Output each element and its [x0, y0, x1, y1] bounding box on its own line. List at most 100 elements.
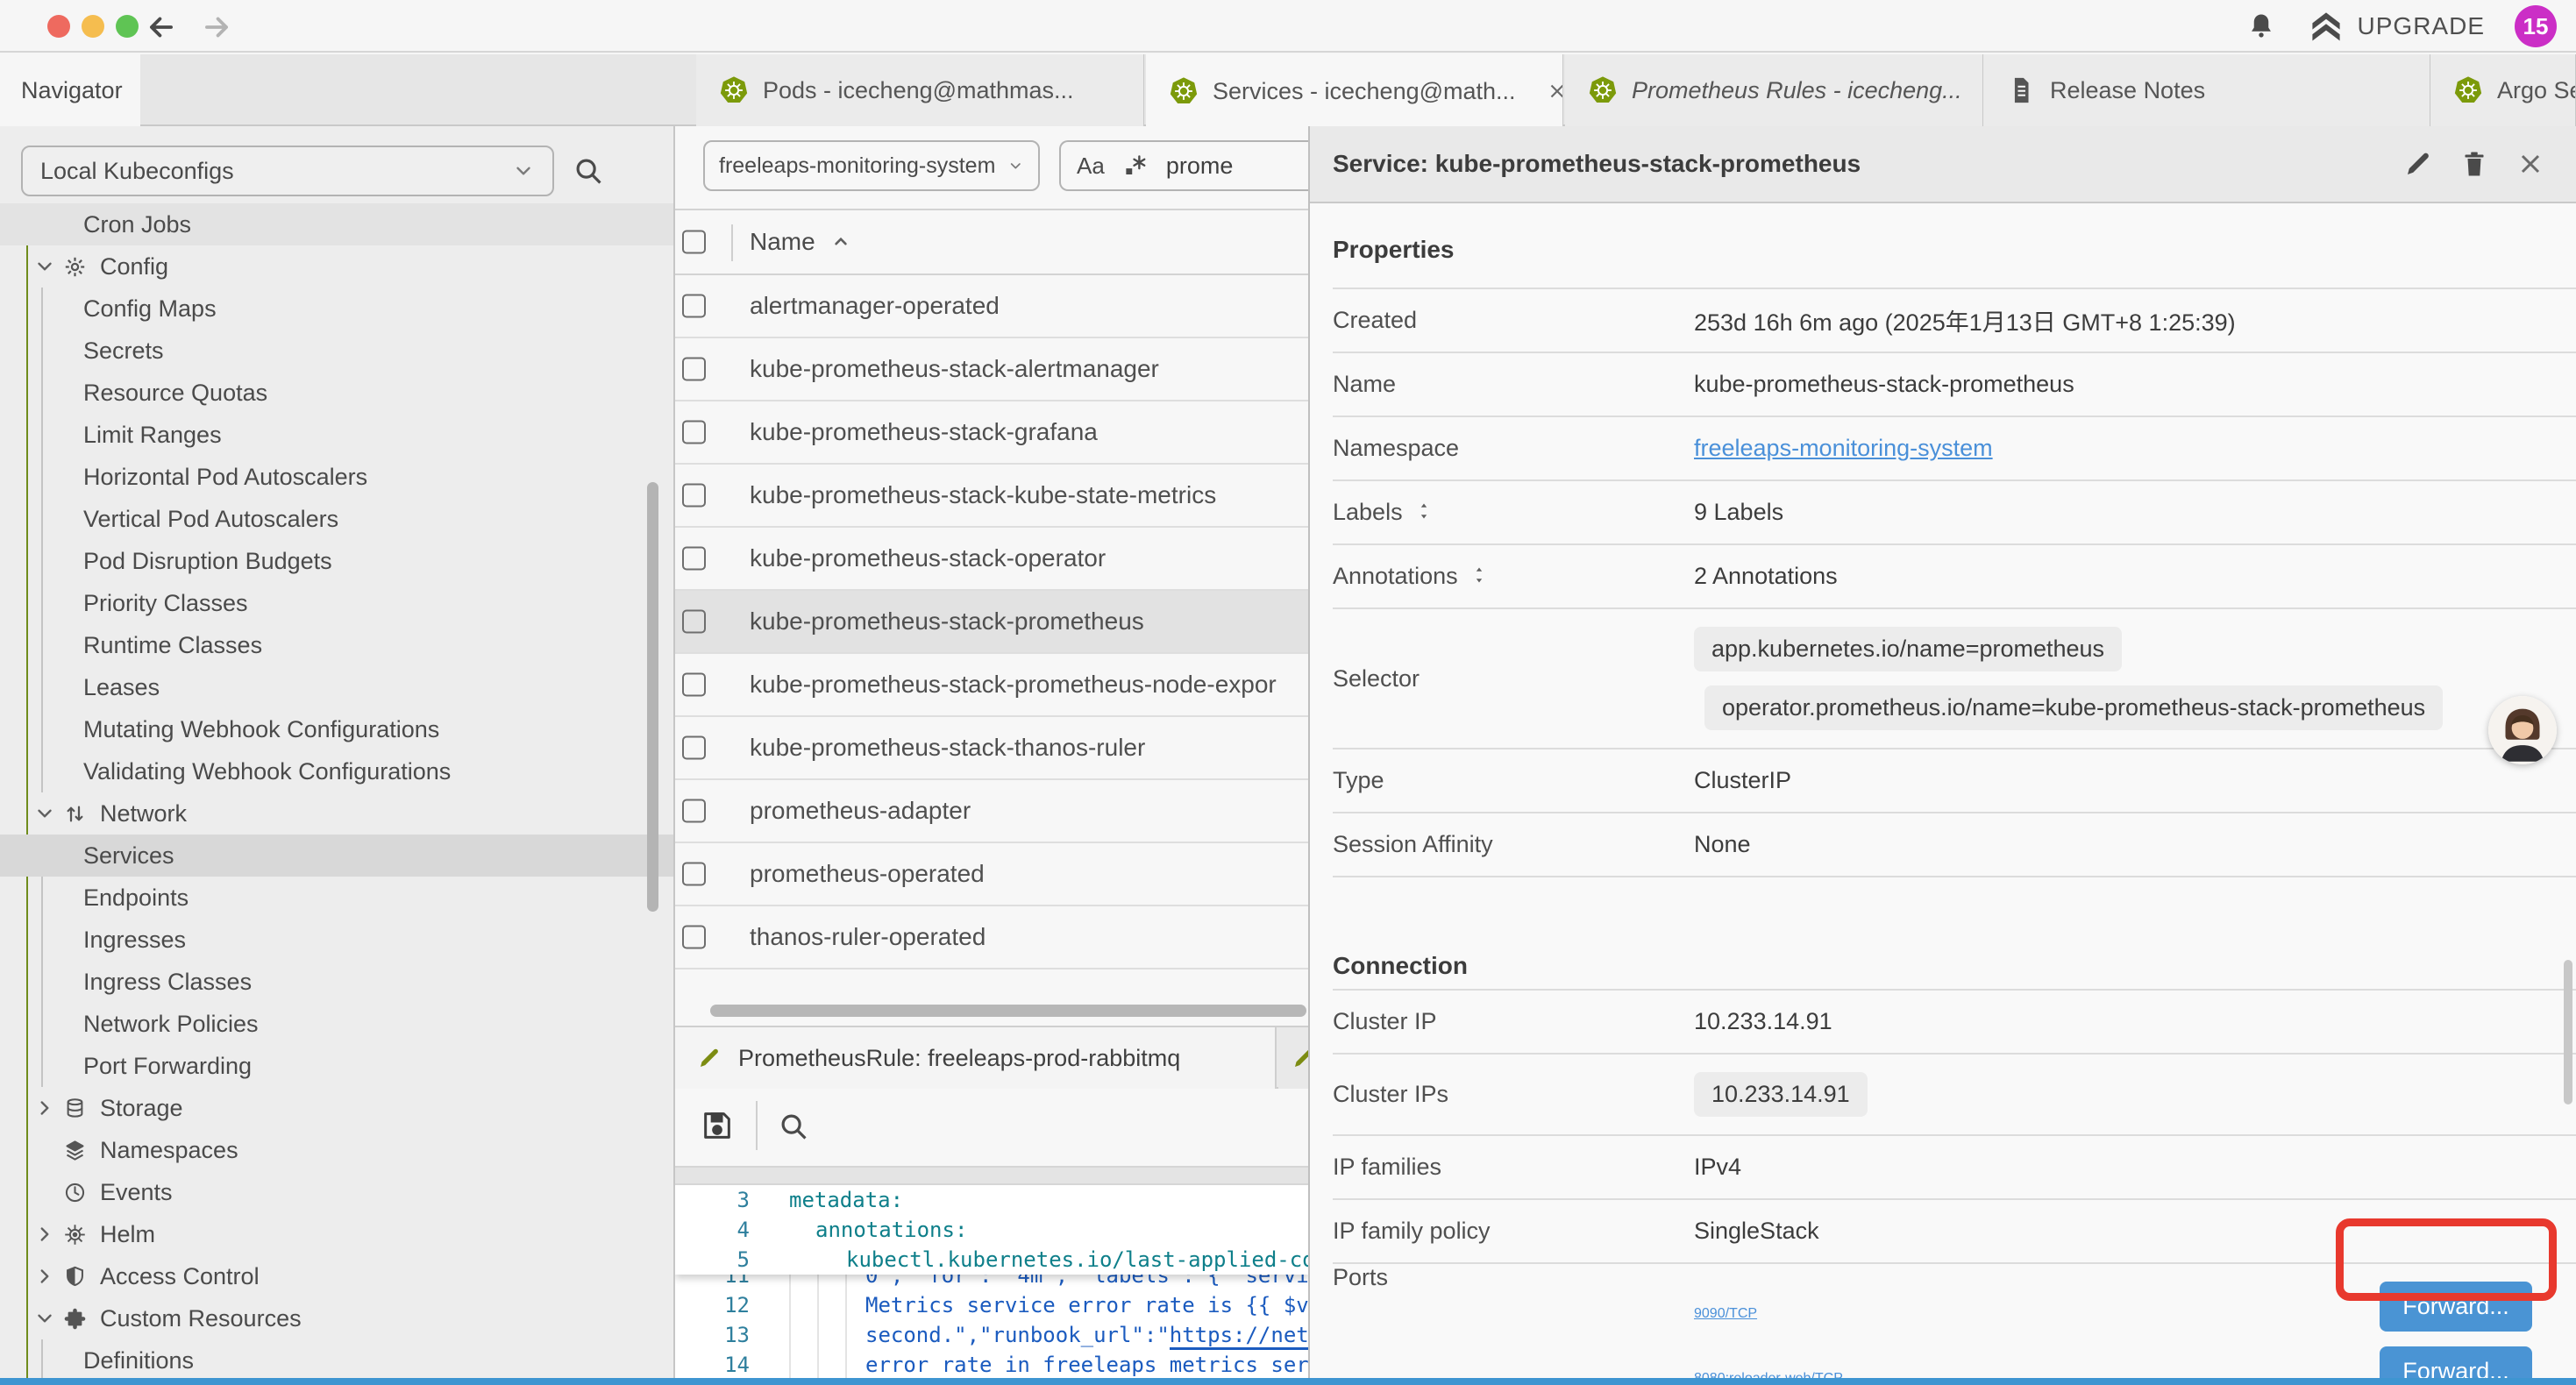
port-link[interactable]: 9090/TCP — [1694, 1306, 1757, 1322]
sidebar-item-ingresses[interactable]: Ingresses — [0, 919, 673, 961]
match-case-toggle[interactable]: Aa — [1077, 153, 1105, 180]
sort-icon[interactable] — [1413, 501, 1434, 525]
table-row[interactable]: kube-prometheus-stack-thanos-ruler — [675, 717, 1308, 780]
table-row[interactable]: kube-prometheus-stack-alertmanager — [675, 338, 1308, 401]
sidebar-item-validating-webhook-configurations[interactable]: Validating Webhook Configurations — [0, 750, 673, 792]
sidebar-item-pod-disruption-budgets[interactable]: Pod Disruption Budgets — [0, 540, 673, 582]
sidebar-item-custom-resources[interactable]: Custom Resources — [0, 1297, 673, 1339]
regex-toggle-icon[interactable] — [1122, 153, 1149, 179]
table-row[interactable]: kube-prometheus-stack-prometheus — [675, 591, 1308, 654]
chevron-down-icon[interactable] — [33, 255, 56, 278]
close-icon[interactable] — [1546, 80, 1563, 103]
sidebar-item-vertical-pod-autoscalers[interactable]: Vertical Pod Autoscalers — [0, 498, 673, 540]
forward-arrow-icon[interactable] — [200, 11, 233, 44]
avatar[interactable] — [2488, 696, 2557, 764]
sidebar-item-leases[interactable]: Leases — [0, 666, 673, 708]
table-row[interactable]: thanos-ruler-operated — [675, 906, 1308, 970]
horizontal-scrollbar[interactable] — [710, 1005, 1306, 1017]
table-row[interactable]: kube-prometheus-stack-operator — [675, 528, 1308, 591]
bell-icon[interactable] — [2245, 11, 2277, 42]
service-name: alertmanager-operated — [750, 292, 1000, 320]
save-icon[interactable] — [700, 1108, 735, 1143]
row-checkbox[interactable] — [682, 547, 706, 571]
sidebar-item-network-policies[interactable]: Network Policies — [0, 1003, 673, 1045]
row-checkbox[interactable] — [682, 863, 706, 886]
sidebar-item-resource-quotas[interactable]: Resource Quotas — [0, 372, 673, 414]
window-zoom-light[interactable] — [116, 15, 139, 38]
upgrade-button[interactable]: UPGRADE — [2307, 7, 2485, 46]
table-row[interactable]: kube-prometheus-stack-kube-state-metrics — [675, 465, 1308, 528]
sidebar-item-config[interactable]: Config — [0, 245, 673, 288]
tab-pods-icecheng-mathmas[interactable]: Pods - icecheng@mathmas... — [696, 54, 1144, 126]
table-row[interactable]: kube-prometheus-stack-grafana — [675, 401, 1308, 465]
row-checkbox[interactable] — [682, 358, 706, 381]
column-header-name[interactable]: Name — [750, 228, 852, 256]
sidebar-item-events[interactable]: Events — [0, 1171, 673, 1213]
sidebar-item-mutating-webhook-configurations[interactable]: Mutating Webhook Configurations — [0, 708, 673, 750]
window-minimize-light[interactable] — [82, 15, 104, 38]
property-row-name: Namekube-prometheus-stack-prometheus — [1333, 353, 2576, 417]
sidebar-item-network[interactable]: Network — [0, 792, 673, 835]
sidebar-scrollbar[interactable] — [647, 482, 658, 912]
editor-search-icon[interactable] — [777, 1110, 810, 1143]
sort-icon[interactable] — [1469, 565, 1490, 589]
sidebar-item-namespaces[interactable]: Namespaces — [0, 1129, 673, 1171]
tab-navigator[interactable]: Navigator — [0, 54, 140, 126]
row-checkbox[interactable] — [682, 610, 706, 634]
sidebar-item-secrets[interactable]: Secrets — [0, 330, 673, 372]
tab-argo-se[interactable]: Argo Se — [2430, 54, 2576, 126]
sidebar-item-endpoints[interactable]: Endpoints — [0, 877, 673, 919]
sidebar-item-priority-classes[interactable]: Priority Classes — [0, 582, 673, 624]
chevron-right-icon[interactable] — [33, 1223, 56, 1246]
kubeconfig-selector[interactable]: Local Kubeconfigs — [21, 146, 554, 196]
sidebar-item-horizontal-pod-autoscalers[interactable]: Horizontal Pod Autoscalers — [0, 456, 673, 498]
window-close-light[interactable] — [47, 15, 70, 38]
close-icon[interactable] — [2515, 148, 2546, 180]
chevron-right-icon[interactable] — [33, 1265, 56, 1288]
sidebar-item-storage[interactable]: Storage — [0, 1087, 673, 1129]
sidebar-item-access-control[interactable]: Access Control — [0, 1255, 673, 1297]
line-number: 3 — [675, 1185, 750, 1215]
sidebar-item-config-maps[interactable]: Config Maps — [0, 288, 673, 330]
sidebar-search-icon[interactable] — [572, 154, 605, 188]
delete-trash-icon[interactable] — [2459, 148, 2490, 180]
row-checkbox[interactable] — [682, 926, 706, 949]
chevron-down-icon[interactable] — [33, 1307, 56, 1330]
code-text: Metrics service error rate is {{ $va — [865, 1290, 1308, 1320]
chevron-right-icon[interactable] — [33, 1097, 56, 1119]
tab-prometheus-rules-icecheng[interactable]: Prometheus Rules - icecheng... — [1565, 54, 1983, 126]
sidebar-item-helm[interactable]: Helm — [0, 1213, 673, 1255]
sidebar-item-ingress-classes[interactable]: Ingress Classes — [0, 961, 673, 1003]
tab-services-icecheng-math[interactable]: Services - icecheng@math... — [1146, 54, 1563, 128]
table-row[interactable]: kube-prometheus-stack-prometheus-node-ex… — [675, 654, 1308, 717]
row-checkbox[interactable] — [682, 799, 706, 823]
row-checkbox[interactable] — [682, 484, 706, 508]
sidebar-item-port-forwarding[interactable]: Port Forwarding — [0, 1045, 673, 1087]
property-label-text: Cluster IPs — [1333, 1081, 1448, 1108]
table-row[interactable]: prometheus-operated — [675, 843, 1308, 906]
tab-release-notes[interactable]: Release Notes — [1983, 54, 2430, 126]
select-all-checkbox[interactable] — [682, 231, 706, 254]
sidebar-item-runtime-classes[interactable]: Runtime Classes — [0, 624, 673, 666]
notification-badge[interactable]: 15 — [2515, 5, 2557, 47]
row-checkbox[interactable] — [682, 295, 706, 318]
editor-tab-partial[interactable] — [1278, 1027, 1308, 1089]
sidebar-item-services[interactable]: Services — [0, 835, 673, 877]
chevron-down-icon[interactable] — [33, 802, 56, 825]
row-checkbox[interactable] — [682, 736, 706, 760]
row-checkbox[interactable] — [682, 421, 706, 444]
table-row[interactable]: prometheus-adapter — [675, 780, 1308, 843]
yaml-editor[interactable]: 3metadata:4annotations:5kubectl.kubernet… — [675, 1185, 1308, 1385]
sidebar-item-limit-ranges[interactable]: Limit Ranges — [0, 414, 673, 456]
sidebar-item-definitions[interactable]: Definitions — [0, 1339, 673, 1381]
namespace-link[interactable]: freeleaps-monitoring-system — [1694, 435, 1993, 462]
row-checkbox[interactable] — [682, 673, 706, 697]
editor-tab-prometheusrule[interactable]: PrometheusRule: freeleaps-prod-rabbitmq — [675, 1027, 1277, 1089]
panel-scrollbar[interactable] — [2564, 960, 2572, 1104]
namespace-filter-select[interactable]: freeleaps-monitoring-system — [703, 140, 1040, 191]
table-row[interactable]: alertmanager-operated — [675, 275, 1308, 338]
back-arrow-icon[interactable] — [145, 11, 178, 44]
edit-pencil-icon[interactable] — [2402, 148, 2434, 180]
runbook-url-link[interactable]: https://net — [1170, 1323, 1308, 1350]
sidebar-item-cron-jobs[interactable]: Cron Jobs — [0, 203, 673, 245]
